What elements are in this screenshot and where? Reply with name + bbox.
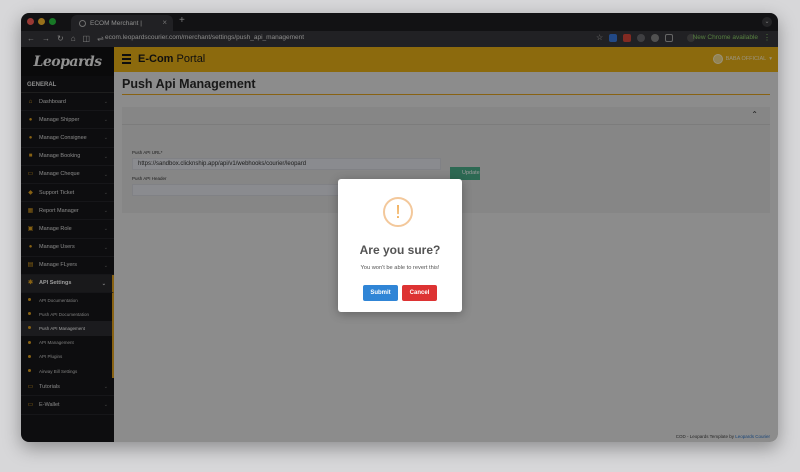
browser-window: ECOM Merchant | × + ⌄ ← → ↻ ⌂ ◫ ⇌ ecom.l…: [21, 13, 778, 442]
submit-button[interactable]: Submit: [363, 285, 398, 301]
dialog-message: You won't be able to revert this!: [360, 265, 440, 271]
warning-icon: !: [383, 197, 413, 227]
dialog-title: Are you sure?: [359, 243, 441, 257]
confirm-dialog: ! Are you sure? You won't be able to rev…: [338, 179, 462, 312]
cancel-button[interactable]: Cancel: [402, 285, 437, 301]
